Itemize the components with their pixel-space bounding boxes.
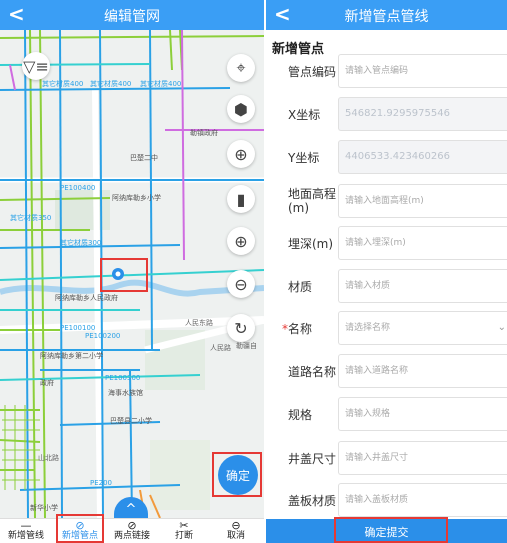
edit-toolbar: — 新增管线 ⊘ 新增管点 ⊘ 两点链接 ✂ 打断 ⊖ 取消 bbox=[0, 518, 264, 543]
field-label: 井盖尺寸 bbox=[288, 452, 337, 466]
select-placeholder: 请选择名称 bbox=[345, 323, 391, 333]
map-label: 其它材质400 bbox=[42, 79, 83, 88]
crosshair-icon[interactable]: ⊕ bbox=[227, 140, 255, 168]
name-select[interactable]: 请选择名称 ⌄ bbox=[338, 311, 507, 345]
field-label: 盖板材质 bbox=[288, 494, 337, 508]
tool-label: 两点链接 bbox=[113, 531, 150, 541]
layer-icon[interactable]: ⬢ bbox=[227, 95, 255, 123]
edit-network-screen: < 编辑管网 其它材质400 其它材质400 其它材质400 PE100400 … bbox=[0, 0, 264, 543]
map-label: 海事水族馆 bbox=[108, 388, 143, 397]
field-label: 地面高程(m) bbox=[288, 187, 337, 215]
location-pin-icon[interactable]: ⌖ bbox=[227, 54, 255, 82]
add-point-tool-highlight bbox=[56, 514, 104, 543]
point-code-input[interactable]: 请输入管点编码 bbox=[338, 54, 507, 88]
map-label: PE100200 bbox=[85, 332, 120, 340]
map-label: 新华小学 bbox=[30, 503, 58, 512]
field-point-code: 管点编码 请输入管点编码 bbox=[266, 50, 507, 92]
field-label: Y坐标 bbox=[288, 151, 320, 165]
map-label: 山北路 bbox=[38, 453, 59, 462]
tool-label: 新增管线 bbox=[7, 531, 44, 541]
map-parcel bbox=[150, 440, 210, 510]
map-label: 人民路 bbox=[210, 343, 231, 352]
map-label: 勒镇政府 bbox=[190, 128, 218, 137]
field-label: 道路名称 bbox=[288, 365, 337, 379]
map-label: 其它材质350 bbox=[10, 213, 51, 222]
field-burial-depth: 埋深(m) 请输入埋深(m) bbox=[266, 222, 507, 264]
field-label: 管点编码 bbox=[288, 65, 337, 79]
field-label: 埋深(m) bbox=[288, 237, 334, 251]
map-label: 政府 bbox=[40, 378, 54, 387]
tool-link-points[interactable]: ⊘ 两点链接 bbox=[106, 519, 158, 543]
cancel-icon: ⊖ bbox=[231, 519, 241, 532]
field-label: 规格 bbox=[288, 408, 313, 422]
refresh-icon[interactable]: ↻ bbox=[227, 314, 255, 342]
field-road-name: 道路名称 请输入道路名称 bbox=[266, 350, 507, 392]
field-y-coordinate: Y坐标 4406533.423460266 bbox=[266, 136, 507, 178]
map-label: 巴楚县二小学 bbox=[110, 416, 152, 425]
field-label: X坐标 bbox=[288, 108, 321, 122]
zoom-in-icon[interactable]: ⊕ bbox=[227, 227, 255, 255]
chevron-down-icon: ⌄ bbox=[497, 322, 506, 333]
field-material: 材质 请输入材质 bbox=[266, 265, 507, 307]
map-label: 阿纳库勒乡人民政府 bbox=[55, 293, 118, 302]
tool-label: 取消 bbox=[226, 531, 245, 541]
tool-label: 打断 bbox=[174, 531, 193, 541]
map-label: 阿纳库勒乡小学 bbox=[112, 193, 161, 202]
line-icon: — bbox=[20, 519, 32, 532]
link-icon: ⊘ bbox=[127, 519, 137, 532]
right-header: < 新增管点管线 bbox=[266, 0, 507, 30]
specification-input[interactable]: 请输入规格 bbox=[338, 397, 507, 431]
field-cover-size: 井盖尺寸 请输入井盖尺寸 bbox=[266, 437, 507, 479]
page-title: 新增管点管线 bbox=[344, 9, 429, 25]
map-label: PE200 bbox=[90, 479, 112, 487]
map-label: PE100400 bbox=[60, 184, 95, 192]
ruler-icon[interactable]: ▮ bbox=[227, 185, 255, 213]
cover-material-input[interactable]: 请输入盖板材质 bbox=[338, 483, 507, 517]
pipe-network-map[interactable]: 其它材质400 其它材质400 其它材质400 PE100400 其它材质300… bbox=[0, 30, 264, 518]
confirm-highlight bbox=[212, 452, 262, 497]
map-label: 其它材质400 bbox=[140, 79, 181, 88]
add-point-form-screen: < 新增管点管线 新增管点 管点编码 请输入管点编码 X坐标 546821.92… bbox=[266, 0, 507, 543]
field-cover-material: 盖板材质 请输入盖板材质 bbox=[266, 479, 507, 521]
map-label: 其它材质300 bbox=[60, 238, 101, 247]
y-coordinate-input: 4406533.423460266 bbox=[338, 140, 507, 174]
scissors-icon: ✂ bbox=[179, 519, 189, 532]
selected-point-highlight bbox=[100, 258, 148, 292]
field-name: *名称 请选择名称 ⌄ bbox=[266, 307, 507, 349]
field-label: 材质 bbox=[288, 280, 313, 294]
map-label: 巴楚二中 bbox=[130, 153, 158, 162]
field-specification: 规格 请输入规格 bbox=[266, 393, 507, 435]
material-input[interactable]: 请输入材质 bbox=[338, 269, 507, 303]
submit-highlight bbox=[334, 517, 448, 543]
map-label: PE100100 bbox=[60, 324, 95, 332]
tool-cancel[interactable]: ⊖ 取消 bbox=[210, 519, 262, 543]
burial-depth-input[interactable]: 请输入埋深(m) bbox=[338, 226, 507, 260]
field-label: *名称 bbox=[282, 322, 334, 336]
road-name-input[interactable]: 请输入道路名称 bbox=[338, 354, 507, 388]
ground-elevation-input[interactable]: 请输入地面高程(m) bbox=[338, 184, 507, 218]
x-coordinate-input: 546821.9295975546 bbox=[338, 97, 507, 131]
filter-icon[interactable]: ▽≡ bbox=[22, 52, 50, 80]
field-ground-elevation: 地面高程(m) 请输入地面高程(m) bbox=[266, 180, 507, 222]
map-label: 勒疆自 bbox=[236, 341, 257, 350]
page-title: 编辑管网 bbox=[104, 9, 160, 25]
tool-add-line[interactable]: — 新增管线 bbox=[0, 519, 52, 543]
field-x-coordinate: X坐标 546821.9295975546 bbox=[266, 93, 507, 135]
map-label: PE100300 bbox=[105, 374, 140, 382]
field-label-text: 名称 bbox=[288, 322, 313, 336]
zoom-out-icon[interactable]: ⊖ bbox=[227, 270, 255, 298]
tool-break[interactable]: ✂ 打断 bbox=[158, 519, 210, 543]
cover-size-input[interactable]: 请输入井盖尺寸 bbox=[338, 441, 507, 475]
left-header: < 编辑管网 bbox=[0, 0, 264, 30]
map-label: 人民东路 bbox=[185, 318, 213, 327]
map-label: 阿纳库勒乡第二小学 bbox=[40, 351, 103, 360]
map-label: 其它材质400 bbox=[90, 79, 131, 88]
